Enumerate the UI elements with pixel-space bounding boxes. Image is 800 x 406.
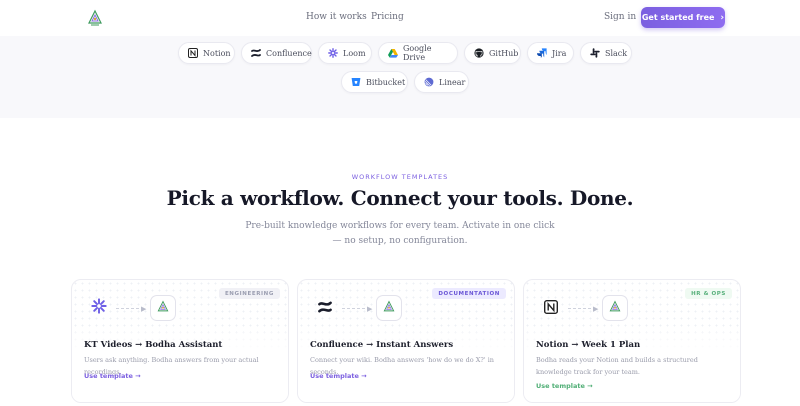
linear-icon <box>424 77 434 87</box>
card-title: KT Videos → Bodha Assistant <box>84 340 223 350</box>
bodha-node <box>376 295 402 321</box>
integration-label: Loom <box>343 48 366 58</box>
confluence-icon <box>318 299 332 318</box>
bodha-logo-icon <box>608 299 622 318</box>
connector-line <box>116 308 144 309</box>
notion-icon <box>544 299 558 318</box>
workflow-card-confluence[interactable]: DOCUMENTATION ▶ Confluence → Instant Ans… <box>297 279 515 403</box>
integration-chip-loom[interactable]: Loom <box>318 42 372 64</box>
arrow-right-icon: ▶ <box>367 304 373 313</box>
connector-line <box>342 308 370 309</box>
arrow-right-icon: ▶ <box>593 304 599 313</box>
confluence-icon <box>251 48 261 58</box>
workflow-card-notion[interactable]: HR & OPS ▶ Notion → Week 1 Plan Bodha re… <box>523 279 741 403</box>
integration-label: GitHub <box>489 48 519 58</box>
integration-label: Notion <box>203 48 231 58</box>
get-started-button[interactable]: Get started free › <box>641 7 725 28</box>
jira-icon <box>537 48 547 58</box>
notion-icon <box>188 48 198 58</box>
top-nav: How it works Pricing Sign in Get started… <box>0 0 800 36</box>
source-node <box>538 295 564 321</box>
integration-chip-jira[interactable]: Jira <box>527 42 574 64</box>
github-icon <box>474 48 484 58</box>
card-title: Confluence → Instant Answers <box>310 340 454 350</box>
integration-chip-slack[interactable]: Slack <box>580 42 632 64</box>
bitbucket-icon <box>351 77 361 87</box>
integration-chip-google-drive[interactable]: Google Drive <box>378 42 458 64</box>
section-eyebrow: WORKFLOW TEMPLATES <box>351 173 449 181</box>
workflow-card-kt-videos[interactable]: ENGINEERING ▶ KT Videos → Bodha Assistan… <box>71 279 289 403</box>
source-node <box>312 295 338 321</box>
card-description: Bodha reads your Notion and builds a str… <box>536 356 698 376</box>
nav-link-how-it-works[interactable]: How it works <box>306 12 367 22</box>
category-badge: DOCUMENTATION <box>432 288 506 299</box>
loom-icon <box>91 298 107 318</box>
integration-chip-bitbucket[interactable]: Bitbucket <box>341 71 408 93</box>
integration-label: Linear <box>439 77 466 87</box>
use-template-link[interactable]: Use template → <box>84 372 141 380</box>
integration-chip-github[interactable]: GitHub <box>464 42 521 64</box>
use-template-link[interactable]: Use template → <box>310 372 367 380</box>
section-subtitle: Pre-built knowledge workflows for every … <box>245 221 555 246</box>
integration-label: Jira <box>552 48 567 58</box>
integration-label: Slack <box>605 48 628 58</box>
integration-chip-linear[interactable]: Linear <box>414 71 469 93</box>
category-badge: ENGINEERING <box>218 288 280 299</box>
bodha-logo-icon <box>156 299 170 318</box>
loom-icon <box>328 48 338 58</box>
sign-in-link[interactable]: Sign in <box>604 12 636 22</box>
integration-chip-notion[interactable]: Notion <box>178 42 235 64</box>
card-title: Notion → Week 1 Plan <box>536 340 641 350</box>
integration-label: Google Drive <box>403 44 432 62</box>
bodha-logo-icon[interactable] <box>86 9 104 27</box>
integration-chip-confluence[interactable]: Confluence <box>241 42 312 64</box>
category-badge: HR & OPS <box>685 288 732 299</box>
bodha-node <box>602 295 628 321</box>
slack-icon <box>590 48 600 58</box>
arrow-right-icon: ▶ <box>141 304 147 313</box>
integrations-band: Notion Confluence Loom Google Drive GitH… <box>0 36 800 118</box>
section-headline: Pick a workflow. Connect your tools. Don… <box>166 186 634 210</box>
chevron-right-icon: › <box>720 12 725 23</box>
google-drive-icon <box>388 48 398 58</box>
integration-label: Bitbucket <box>366 77 406 87</box>
source-node <box>86 295 112 321</box>
nav-link-pricing[interactable]: Pricing <box>371 12 404 22</box>
use-template-link[interactable]: Use template → <box>536 382 593 390</box>
integration-label: Confluence <box>266 48 312 58</box>
get-started-label: Get started free <box>641 13 715 22</box>
connector-line <box>568 308 596 309</box>
bodha-logo-icon <box>382 299 396 318</box>
bodha-node <box>150 295 176 321</box>
